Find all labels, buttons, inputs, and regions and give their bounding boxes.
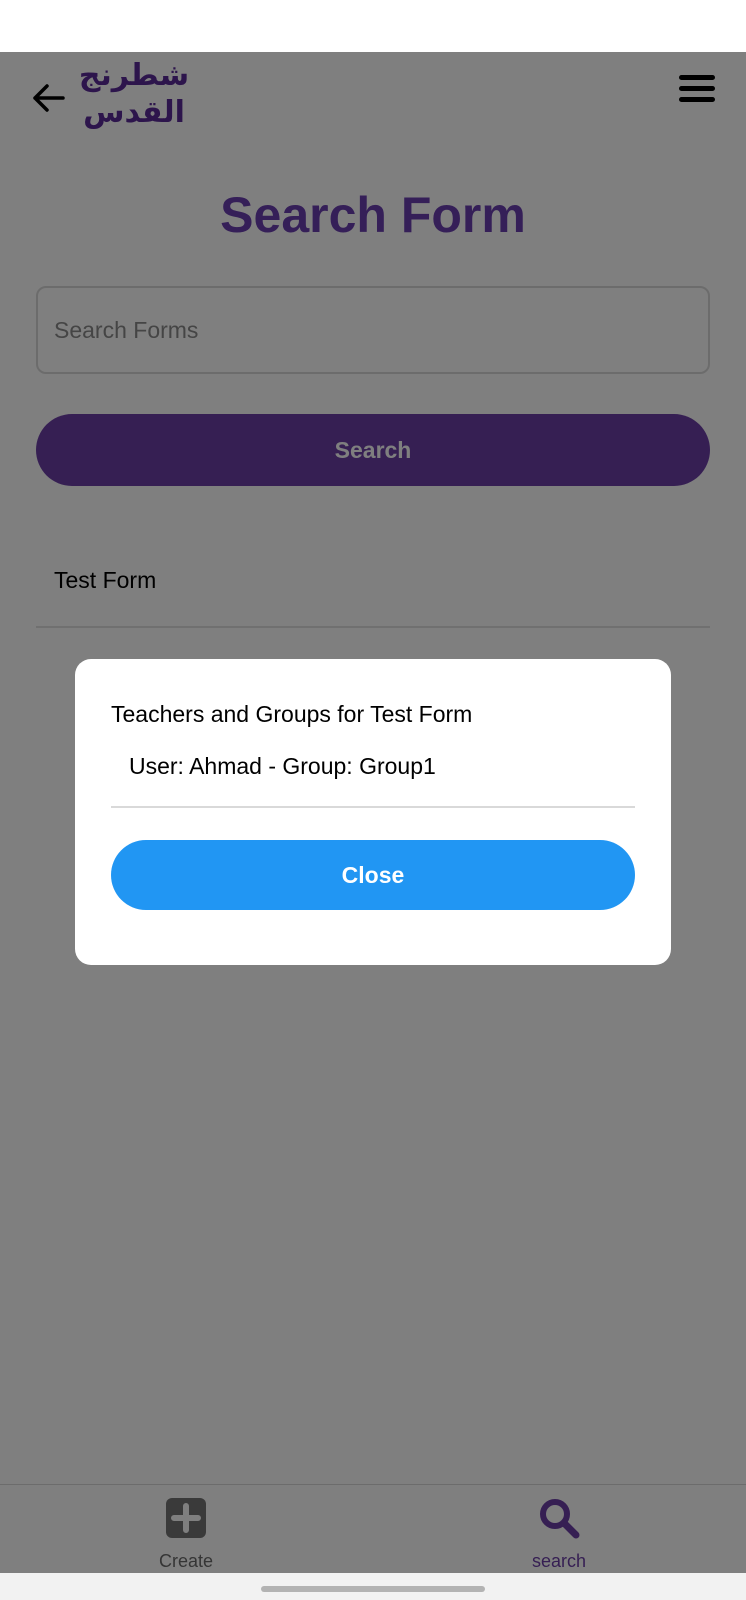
dialog-title: Teachers and Groups for Test Form [111,701,473,727]
home-indicator[interactable] [261,1586,485,1592]
status-bar [0,0,746,52]
gesture-navigation-area [0,1573,746,1600]
teachers-groups-dialog: Teachers and Groups for Test Form User: … [75,659,671,965]
close-button[interactable]: Close [111,840,635,910]
dialog-list-item: User: Ahmad - Group: Group1 [111,731,635,808]
